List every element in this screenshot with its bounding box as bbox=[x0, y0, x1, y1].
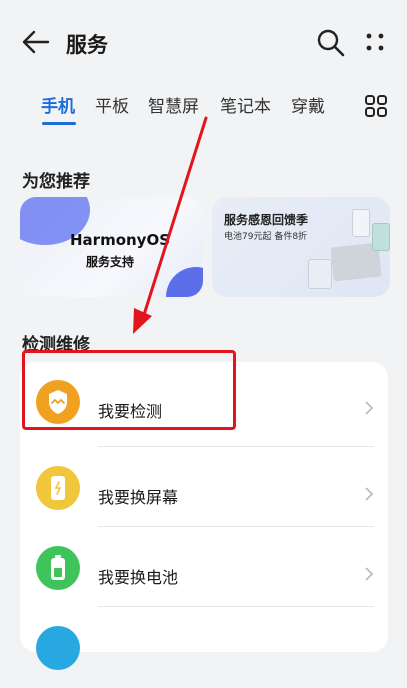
more-vertical-icon[interactable] bbox=[364, 30, 386, 54]
list-item-label: 我要换屏幕 bbox=[98, 488, 179, 507]
harmonyos-banner[interactable]: HarmonyOS 服务支持 bbox=[20, 197, 203, 297]
tab-laptop[interactable]: 笔记本 bbox=[220, 92, 271, 117]
banner-subtitle: 服务支持 bbox=[86, 255, 135, 269]
partial-icon bbox=[36, 626, 80, 670]
banner-title: HarmonyOS bbox=[70, 231, 171, 249]
device-tab-bar: 手机 平板 智慧屏 笔记本 穿戴 bbox=[0, 86, 360, 130]
service-promo-banner[interactable]: 服务感恩回馈季 电池79元起 备件8折 bbox=[212, 197, 390, 297]
battery-icon bbox=[36, 546, 80, 590]
chevron-right-icon bbox=[365, 567, 374, 581]
phone-image bbox=[372, 223, 390, 251]
banner-title: 服务感恩回馈季 bbox=[224, 213, 309, 227]
chevron-right-icon bbox=[365, 401, 374, 415]
divider bbox=[98, 606, 374, 607]
phone-screen-icon bbox=[36, 466, 80, 510]
decorative-blob bbox=[166, 267, 203, 297]
chevron-right-icon bbox=[365, 487, 374, 501]
divider bbox=[98, 446, 374, 447]
grid-icon[interactable] bbox=[364, 94, 388, 118]
list-item-replace-battery[interactable]: 我要换电池 bbox=[20, 528, 388, 608]
list-item-label: 我要换电池 bbox=[98, 568, 179, 587]
list-item-partial[interactable] bbox=[20, 608, 388, 688]
phone-image bbox=[352, 209, 370, 237]
tab-phone[interactable]: 手机 bbox=[41, 92, 75, 117]
tablet-image bbox=[308, 259, 332, 289]
divider bbox=[98, 526, 374, 527]
section-title-recommend: 为您推荐 bbox=[22, 172, 90, 192]
list-item-replace-screen[interactable]: 我要换屏幕 bbox=[20, 448, 388, 528]
back-arrow-icon[interactable] bbox=[20, 28, 52, 56]
tab-smart-screen[interactable]: 智慧屏 bbox=[148, 92, 199, 117]
banner-subtitle: 电池79元起 备件8折 bbox=[224, 232, 308, 242]
active-tab-indicator bbox=[42, 122, 76, 125]
highlight-box bbox=[22, 350, 236, 430]
tab-tablet[interactable]: 平板 bbox=[95, 92, 129, 117]
tab-wearable[interactable]: 穿戴 bbox=[291, 92, 325, 117]
search-icon[interactable] bbox=[316, 28, 346, 58]
top-app-bar: 服务 bbox=[0, 0, 407, 80]
tab-overflow-fade bbox=[338, 92, 360, 122]
page-title: 服务 bbox=[66, 33, 108, 57]
